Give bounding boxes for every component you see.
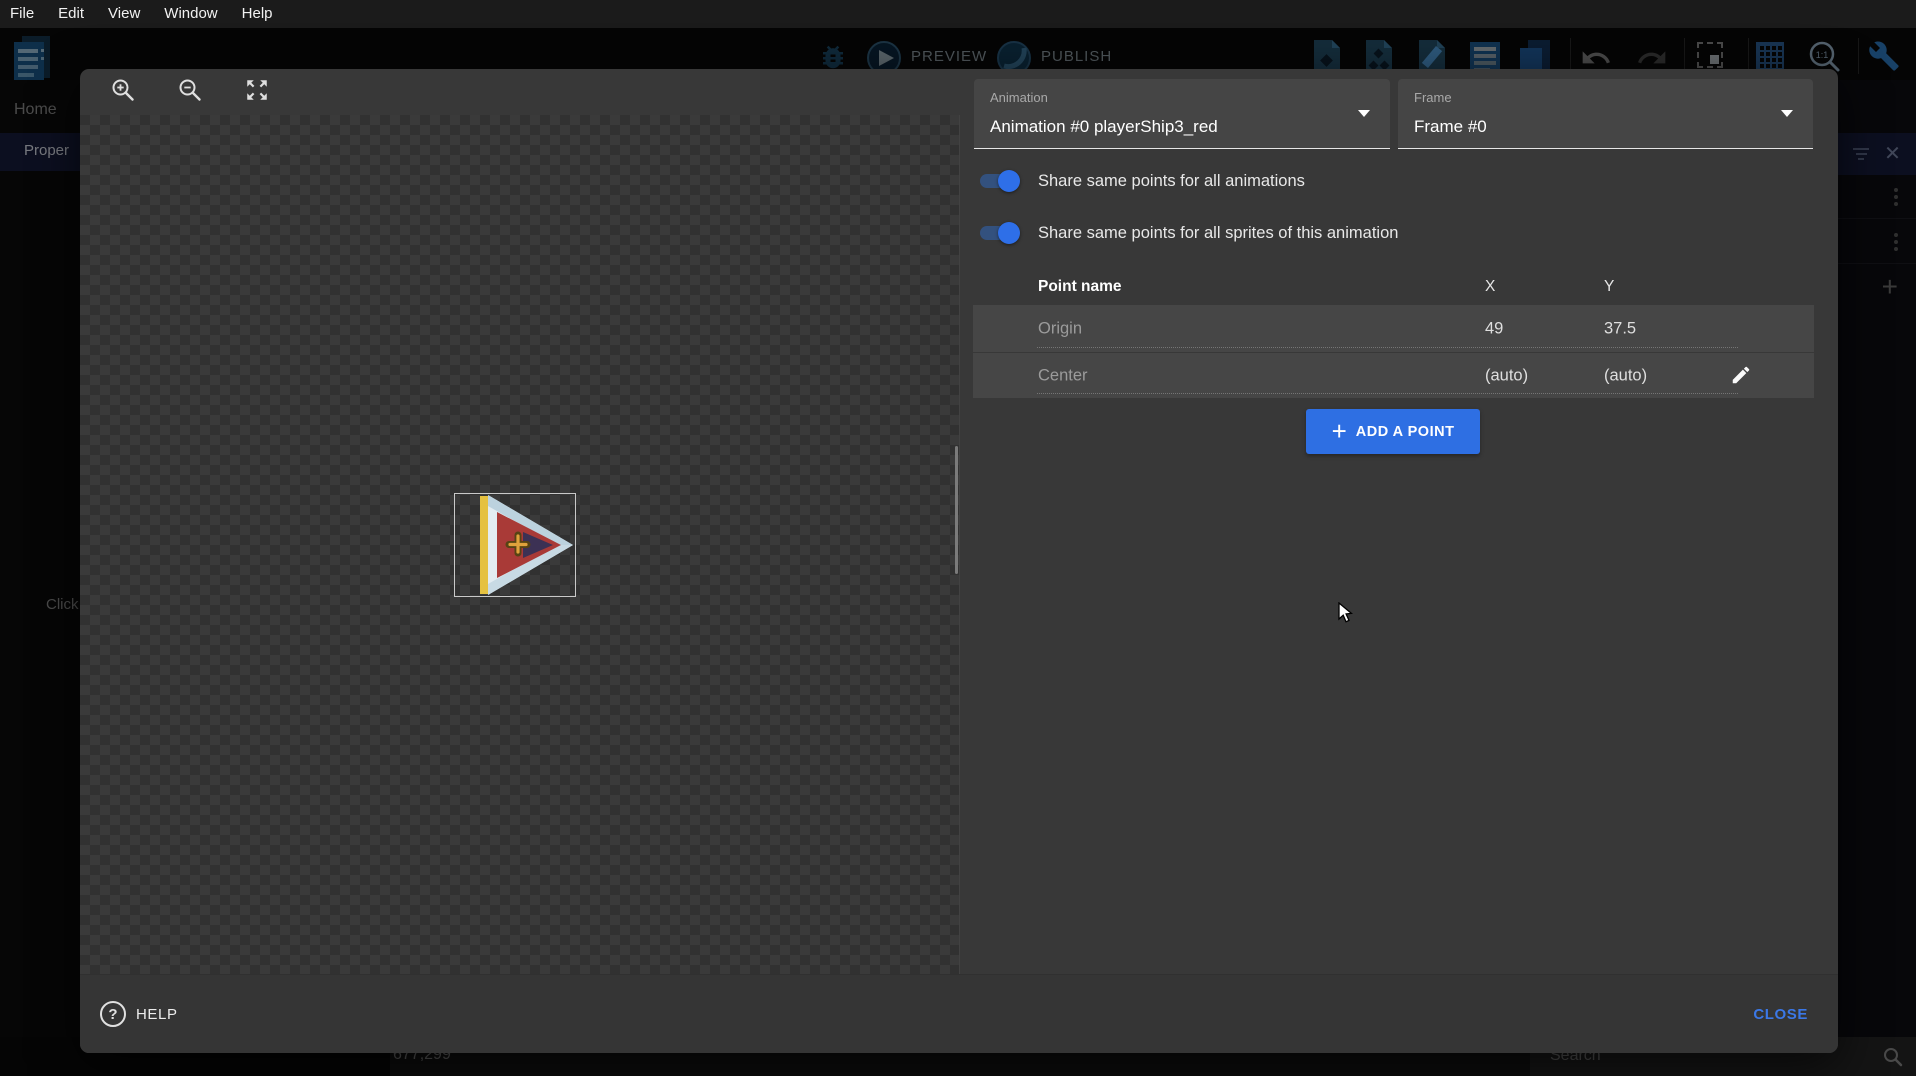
- column-header-y: Y: [1604, 278, 1614, 296]
- column-header-point-name: Point name: [1038, 278, 1122, 296]
- animation-select[interactable]: Animation Animation #0 playerShip3_red: [974, 79, 1390, 149]
- point-y-value[interactable]: (auto): [1604, 366, 1647, 385]
- close-button[interactable]: CLOSE: [1753, 1006, 1808, 1023]
- animation-select-value: Animation #0 playerShip3_red: [990, 117, 1218, 137]
- sprite-frame[interactable]: [454, 493, 576, 597]
- animation-select-label: Animation: [990, 90, 1048, 105]
- toggle-label: Share same points for all sprites of thi…: [1038, 224, 1398, 243]
- chevron-down-icon: [1358, 110, 1370, 117]
- menu-bar: File Edit View Window Help: [0, 0, 1916, 28]
- point-x-value[interactable]: (auto): [1485, 366, 1528, 385]
- menu-help[interactable]: Help: [230, 0, 285, 28]
- mouse-cursor: [1338, 602, 1354, 624]
- canvas-toolbar: [80, 69, 960, 115]
- zoom-out-icon[interactable]: [177, 77, 203, 103]
- fit-to-screen-icon[interactable]: [244, 77, 270, 103]
- edit-pencil-icon[interactable]: [1730, 364, 1754, 388]
- plus-icon: +: [1332, 418, 1347, 444]
- app-window: File Edit View Window Help PREVIEW: [0, 0, 1916, 1076]
- help-circle-icon: ?: [100, 1001, 126, 1027]
- menu-file[interactable]: File: [0, 0, 46, 28]
- player-ship-sprite: [455, 494, 575, 596]
- add-a-point-button[interactable]: + ADD A POINT: [1306, 409, 1480, 454]
- points-editor-dialog: Animation Animation #0 playerShip3_red F…: [80, 69, 1838, 1053]
- help-button[interactable]: ? HELP: [100, 1001, 178, 1027]
- frame-select-value: Frame #0: [1414, 117, 1487, 137]
- share-points-animations-toggle[interactable]: [978, 169, 1020, 193]
- dialog-footer: ? HELP CLOSE: [80, 974, 1838, 1053]
- point-name: Center: [1038, 366, 1088, 385]
- zoom-in-icon[interactable]: [110, 77, 136, 103]
- menu-edit[interactable]: Edit: [46, 0, 96, 28]
- point-name: Origin: [1038, 319, 1082, 338]
- menu-view[interactable]: View: [96, 0, 152, 28]
- frame-select[interactable]: Frame Frame #0: [1398, 79, 1813, 149]
- point-x-value[interactable]: 49: [1485, 319, 1503, 338]
- share-points-sprites-toggle[interactable]: [978, 221, 1020, 245]
- chevron-down-icon: [1781, 110, 1793, 117]
- frame-select-label: Frame: [1414, 90, 1452, 105]
- point-y-value[interactable]: 37.5: [1604, 319, 1636, 338]
- toggle-label: Share same points for all animations: [1038, 172, 1305, 191]
- point-row-origin[interactable]: Origin 49 37.5: [973, 305, 1814, 352]
- point-row-center[interactable]: Center (auto) (auto): [973, 353, 1814, 398]
- share-points-sprites-row: Share same points for all sprites of thi…: [978, 221, 1398, 245]
- menu-window[interactable]: Window: [152, 0, 229, 28]
- column-header-x: X: [1485, 278, 1495, 296]
- share-points-animations-row: Share same points for all animations: [978, 169, 1305, 193]
- canvas-scrollbar[interactable]: [955, 446, 958, 574]
